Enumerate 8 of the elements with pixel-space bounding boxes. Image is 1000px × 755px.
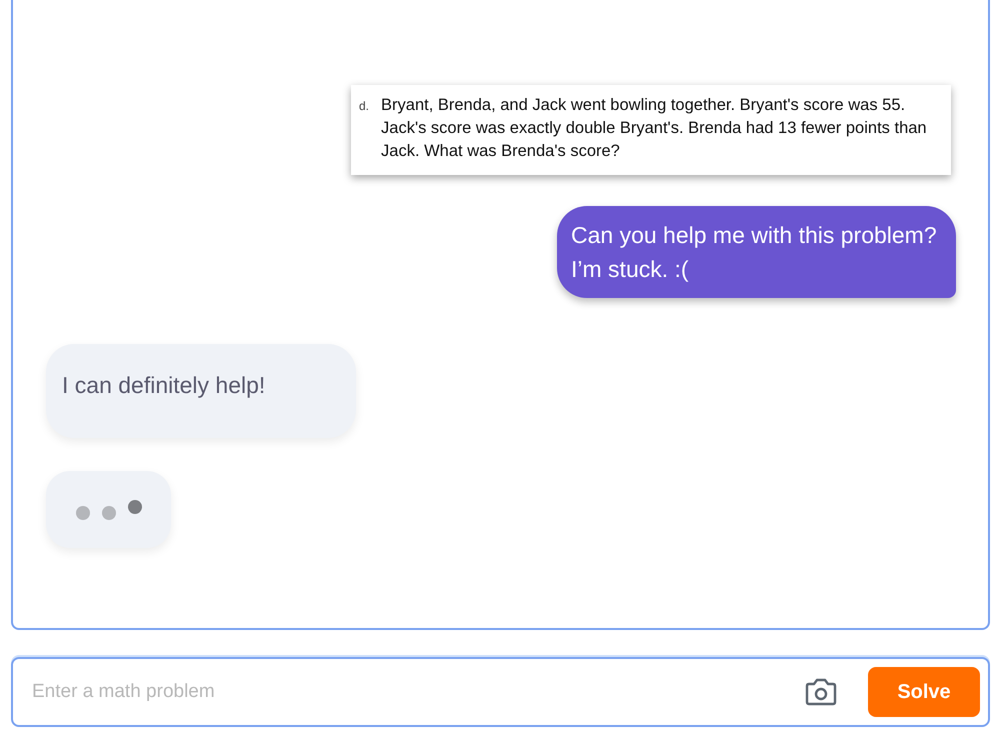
- user-message: Can you help me with this problem? I’m stuck. :(: [557, 206, 956, 298]
- problem-text: Bryant, Brenda, and Jack went bowling together. Bryant's score was 55. Jack's score was exactly double Bryant's. Brenda had 13 fewer points than Jack. What was Brenda's score?: [381, 95, 928, 162]
- typing-dots-icon: [76, 500, 142, 520]
- problem-label: d.: [359, 98, 370, 115]
- camera-icon[interactable]: [804, 678, 838, 706]
- problem-input[interactable]: Enter a math problem Solve: [11, 657, 990, 727]
- bot-message: I can definitely help!: [46, 344, 356, 438]
- solve-button[interactable]: Solve: [868, 667, 980, 717]
